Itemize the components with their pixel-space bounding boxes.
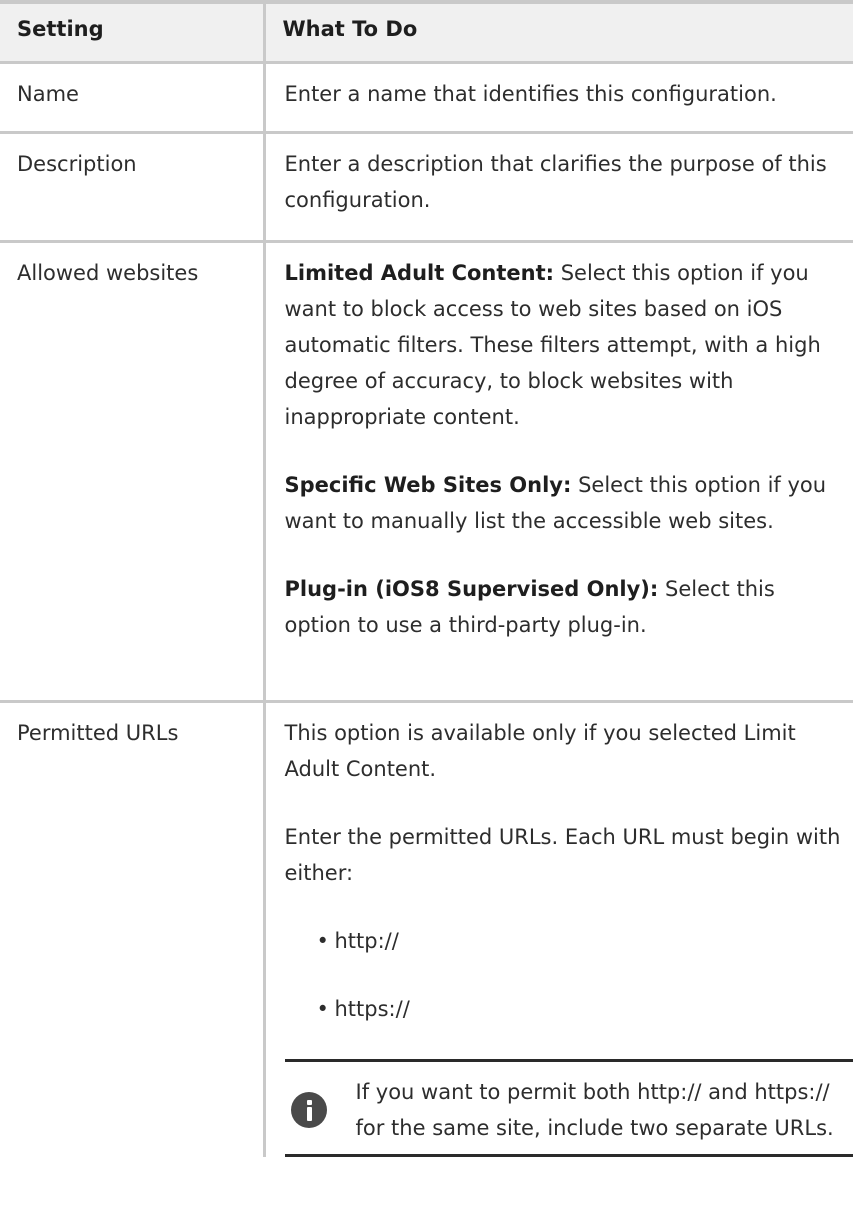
setting-cell: Description — [0, 132, 264, 243]
option-specific-web-sites: Specific Web Sites Only: Select this opt… — [285, 467, 844, 539]
setting-cell: Name — [0, 62, 264, 134]
cell-text: Enter a description that clarifies the p… — [284, 151, 827, 212]
cell-instruction: Enter the permitted URLs. Each URL must … — [284, 824, 841, 885]
info-note: If you want to permit both http:// and h… — [284, 1058, 853, 1157]
note-text: If you want to permit both http:// and h… — [355, 1079, 834, 1140]
table-header-row: Setting What To Do — [0, 0, 853, 64]
bullet-icon: • — [316, 928, 329, 953]
description-cell: This option is available only if you sel… — [262, 701, 853, 1157]
cell-text: Enter a name that identifies this config… — [284, 81, 777, 106]
header-what-to-do: What To Do — [262, 0, 853, 64]
list-item: • https:// — [317, 991, 844, 1027]
option-label: Limited Adult Content: — [284, 260, 555, 285]
setting-cell: Permitted URLs — [17, 720, 179, 745]
cell-intro: This option is available only if you sel… — [284, 720, 796, 781]
option-label: Specific Web Sites Only: — [284, 472, 572, 497]
table-row: Description Enter a description that cla… — [0, 132, 853, 243]
url-prefix-list: • http:// • https:// — [285, 923, 844, 1027]
list-item: • http:// — [317, 923, 844, 959]
option-text: Select this option if you want to block … — [284, 260, 821, 429]
option-plug-in: Plug-in (iOS8 Supervised Only): Select t… — [285, 571, 844, 643]
header-setting: Setting — [0, 0, 264, 64]
option-limited-adult-content: Limited Adult Content: Select this optio… — [285, 255, 844, 435]
description-cell: Limited Adult Content: Select this optio… — [262, 241, 853, 703]
description-cell: Enter a description that clarifies the p… — [262, 132, 853, 243]
setting-cell: Allowed websites — [0, 241, 264, 703]
settings-table: Setting What To Do Name Enter a name tha… — [0, 0, 853, 1157]
table-row: Allowed websites Limited Adult Content: … — [0, 241, 853, 703]
table-row: Name Enter a name that identifies this c… — [0, 62, 853, 134]
option-label: Plug-in (iOS8 Supervised Only): — [284, 576, 659, 601]
bullet-icon: • — [316, 996, 329, 1021]
table-row: Permitted URLs This option is available … — [0, 701, 853, 1157]
info-icon — [290, 1091, 327, 1128]
description-cell: Enter a name that identifies this config… — [262, 62, 853, 134]
